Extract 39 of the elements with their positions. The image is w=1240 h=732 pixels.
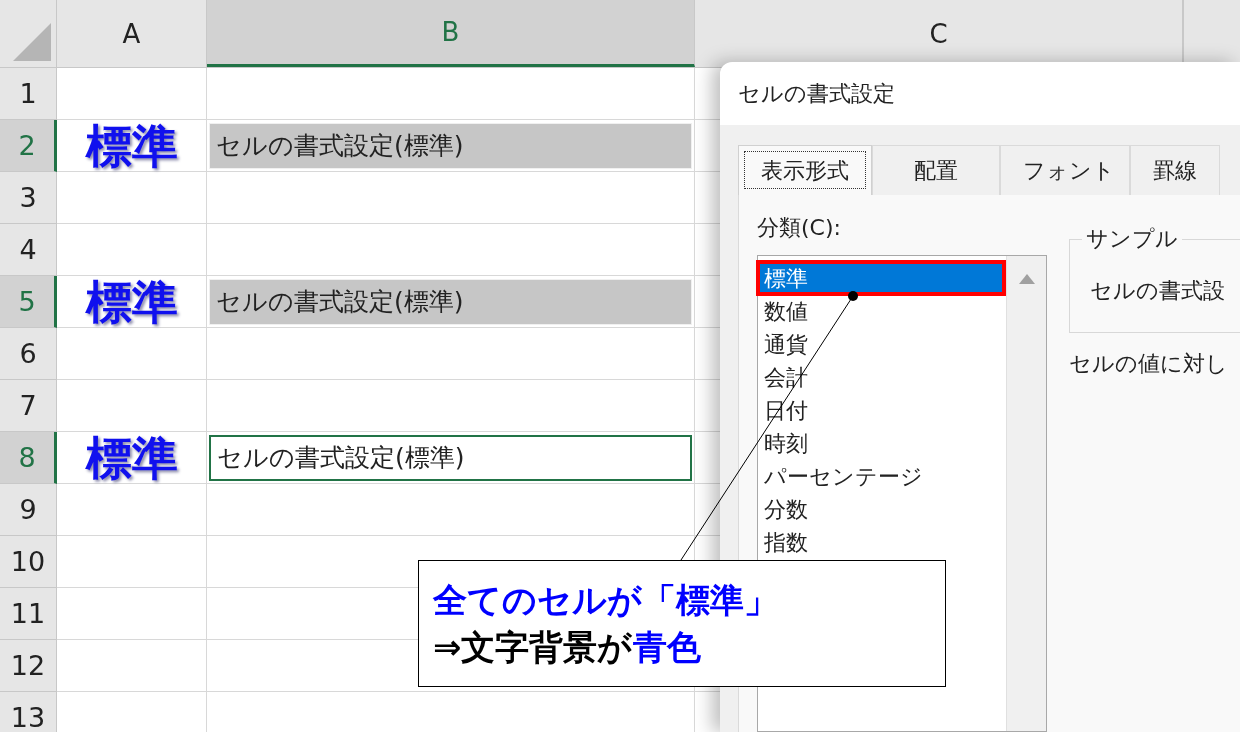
list-item[interactable]: 通貨 (758, 328, 1006, 361)
row-header[interactable]: 2 (0, 120, 57, 172)
row-header[interactable]: 13 (0, 692, 57, 732)
list-item[interactable]: 時刻 (758, 427, 1006, 460)
row-header[interactable]: 9 (0, 484, 57, 536)
select-all-icon (13, 23, 51, 61)
sample-value: セルの書式設 (1090, 277, 1225, 305)
row-header[interactable]: 12 (0, 640, 57, 692)
row-header[interactable]: 4 (0, 224, 57, 276)
row-header[interactable]: 10 (0, 536, 57, 588)
list-item[interactable]: 数値 (758, 295, 1006, 328)
row-header[interactable]: 1 (0, 68, 57, 120)
category-label: 分類(C): (757, 214, 842, 242)
cell-text: セルの書式設定(標準) (209, 434, 692, 481)
cell-text: 標準 (85, 122, 178, 169)
row-header[interactable]: 6 (0, 328, 57, 380)
tab[interactable]: フォント (1000, 145, 1130, 195)
cell-text: セルの書式設定(標準) (209, 122, 692, 169)
list-item[interactable]: 指数 (758, 526, 1006, 559)
list-item[interactable]: パーセンテージ (758, 460, 1006, 493)
cell-text: セルの書式設定(標準) (209, 278, 692, 325)
scrollbar[interactable] (1006, 256, 1046, 731)
callout-text: 全てのセルが「標準」 (433, 579, 779, 621)
row-header[interactable]: 3 (0, 172, 57, 224)
cell-text: 標準 (85, 434, 178, 481)
description-text: セルの値に対し (1069, 350, 1229, 378)
tab[interactable]: 表示形式 (738, 145, 872, 195)
row-header[interactable]: 5 (0, 276, 57, 328)
tab[interactable]: 罫線 (1130, 145, 1220, 195)
dialog-title: セルの書式設定 (737, 79, 896, 108)
row-header[interactable]: 11 (0, 588, 57, 640)
row-header[interactable]: 7 (0, 380, 57, 432)
list-item[interactable]: 分数 (758, 493, 1006, 526)
row-header[interactable]: 8 (0, 432, 57, 484)
scroll-up-icon[interactable] (1018, 274, 1035, 284)
column-header[interactable]: B (207, 0, 695, 67)
callout-text: ⇒文字背景が青色 (433, 626, 702, 668)
tab[interactable]: 配置 (872, 145, 1000, 195)
cell-text: 標準 (85, 278, 178, 325)
